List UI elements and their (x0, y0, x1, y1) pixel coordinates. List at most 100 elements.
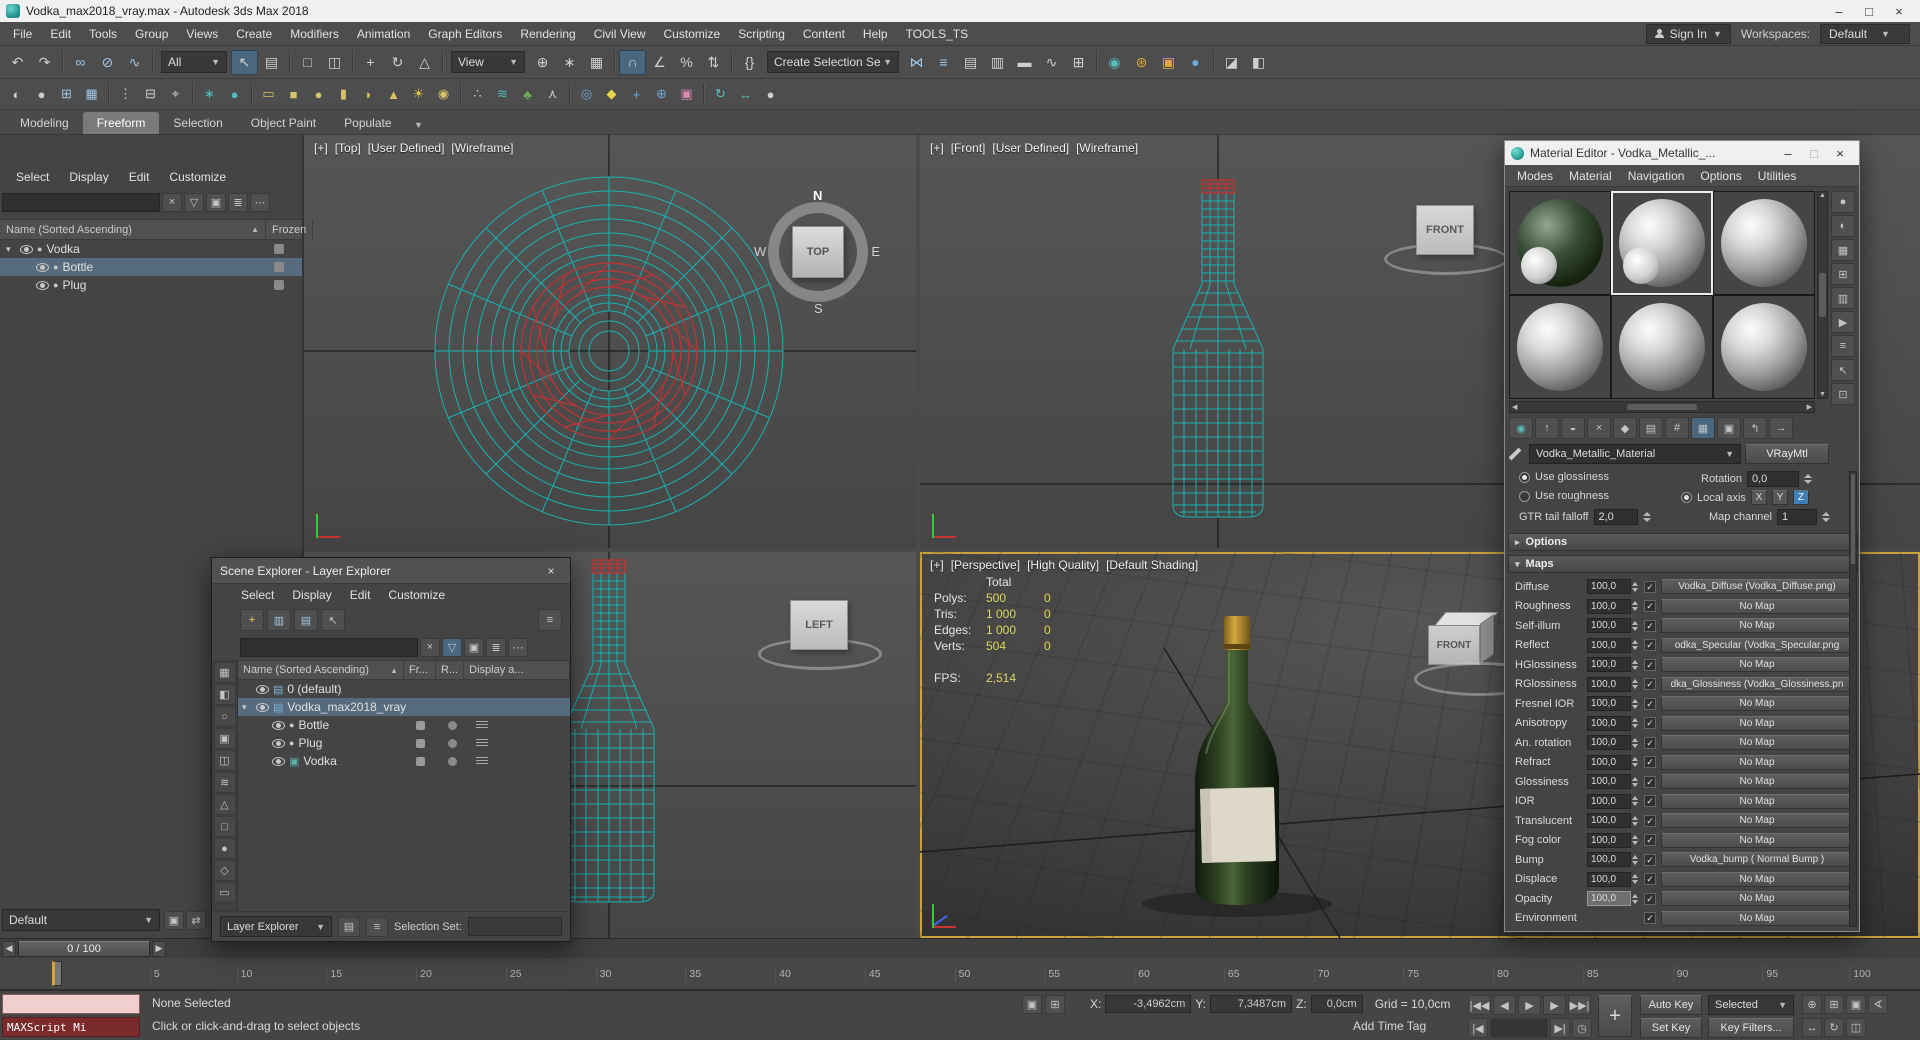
lx-menu-select[interactable]: Select (232, 583, 283, 607)
spinner-arrows[interactable] (1632, 676, 1641, 692)
minimize-button[interactable]: – (1775, 144, 1801, 162)
sphere-check-icon[interactable]: ● (29, 83, 54, 106)
menu-edit[interactable]: Edit (41, 22, 80, 46)
viewport-pov-menu[interactable]: [Front] (951, 141, 986, 155)
map-slot-button[interactable]: odka_Specular (Vodka_Specular.png (1661, 637, 1853, 653)
axis-x-button[interactable]: X (1750, 490, 1767, 505)
unlink-selection-icon[interactable]: ⊘ (94, 50, 121, 75)
map-amount-spinner[interactable]: 100,0 (1587, 832, 1631, 848)
select-and-scale-icon[interactable]: △ (411, 50, 438, 75)
rendered-frame-icon[interactable]: ▣ (1155, 50, 1182, 75)
menu-rendering[interactable]: Rendering (511, 22, 584, 46)
explorer-menu-display[interactable]: Display (59, 165, 118, 189)
render-setup-icon[interactable]: ⊛ (1128, 50, 1155, 75)
spacing-tool-icon[interactable]: ⋮ (113, 83, 138, 106)
map-slot-button[interactable]: No Map (1661, 598, 1853, 614)
sample-uv-tiling-icon[interactable]: ⊞ (1831, 263, 1855, 285)
use-glossiness-radio[interactable] (1519, 471, 1530, 483)
play-animation-icon[interactable]: ▶ (1518, 995, 1541, 1015)
map-slot-button[interactable]: No Map (1661, 832, 1853, 848)
menu-views[interactable]: Views (177, 22, 227, 46)
ribbon-tab-selection[interactable]: Selection (159, 112, 236, 134)
light-icon[interactable]: ◆ (599, 83, 624, 106)
axis-z-button[interactable]: Z (1792, 490, 1809, 505)
backlight-icon[interactable]: ◐ (1831, 215, 1855, 237)
spinner-arrows[interactable] (1632, 754, 1641, 770)
map-amount-spinner[interactable]: 100,0 (1587, 637, 1631, 653)
explorer-shapes-icon[interactable]: ◫ (213, 750, 236, 771)
selection-filter-dropdown[interactable]: All ▼ (161, 51, 227, 73)
row-vodka-container[interactable]: ▣ Vodka (238, 752, 570, 770)
clone-array-icon[interactable]: ⊟ (138, 83, 163, 106)
viewcube-front-face[interactable]: FRONT (1416, 205, 1474, 255)
visibility-eye-icon[interactable] (256, 702, 269, 712)
display-toggle[interactable] (476, 720, 488, 730)
map-enable-checkbox[interactable]: ✓ (1644, 619, 1656, 632)
display-toggle[interactable] (476, 738, 488, 748)
expand-arrow[interactable]: ▾ (6, 244, 16, 255)
material-map-navigator-icon[interactable]: ⊡ (1831, 383, 1855, 405)
map-slot-button[interactable]: No Map (1661, 657, 1853, 673)
viewcube-compass[interactable]: N E S W TOP (754, 188, 880, 316)
map-amount-spinner[interactable]: 100,0 (1587, 774, 1631, 790)
get-material-icon[interactable]: ◉ (1509, 417, 1533, 439)
map-slot-button[interactable]: No Map (1661, 696, 1853, 712)
menu-scripting[interactable]: Scripting (729, 22, 794, 46)
put-material-to-scene-icon[interactable]: ↑ (1535, 417, 1559, 439)
map-amount-spinner[interactable]: 100,0 (1587, 871, 1631, 887)
map-slot-button[interactable]: dka_Glossiness (Vodka_Glossiness.pn (1661, 676, 1853, 692)
time-configuration-icon[interactable]: ◷ (1572, 1018, 1592, 1038)
column-header[interactable]: Name (Sorted Ascending) ▲ Fr... R... Disp… (238, 660, 570, 680)
make-material-copy-icon[interactable]: ◆ (1613, 417, 1637, 439)
map-slot-button[interactable]: Vodka_bump ( Normal Bump ) (1661, 852, 1853, 868)
sample-scrollbar-horizontal[interactable]: ◀ ▶ (1509, 401, 1815, 413)
map-amount-spinner[interactable]: 100,0 (1587, 813, 1631, 829)
explorer-menu-customize[interactable]: Customize (159, 165, 236, 189)
map-enable-checkbox[interactable]: ✓ (1644, 717, 1656, 730)
explorer-menu-select[interactable]: Select (6, 165, 59, 189)
clear-search-icon[interactable]: × (162, 192, 182, 212)
spinner-arrows[interactable] (1822, 509, 1831, 525)
viewcube[interactable]: LEFT (756, 594, 886, 684)
selection-lock-toggle[interactable]: ▣ (1022, 995, 1042, 1014)
map-slot-button[interactable]: No Map (1661, 793, 1853, 809)
stack-mode-icon[interactable]: ▤ (338, 916, 360, 937)
go-to-end-icon[interactable]: ▶▶| (1568, 995, 1591, 1015)
close-button[interactable]: × (1884, 1, 1914, 21)
table-grid-icon[interactable]: ▦ (79, 83, 104, 106)
sun-light-icon[interactable]: ☀ (406, 83, 431, 106)
viewport-pov-menu[interactable]: [Top] (335, 141, 361, 155)
spinner-arrows[interactable] (1632, 891, 1641, 907)
use-pivot-center-icon[interactable]: ⊕ (529, 50, 556, 75)
explorer-layers-icon[interactable]: ◧ (213, 684, 236, 705)
select-and-move-icon[interactable]: + (357, 50, 384, 75)
curve-editor-icon[interactable]: ∿ (1038, 50, 1065, 75)
toolbar-icon[interactable] (610, 50, 619, 75)
lx-menu-customize[interactable]: Customize (379, 583, 454, 607)
spinner-arrows[interactable] (1642, 509, 1652, 525)
go-forward-sibling-icon[interactable]: → (1769, 417, 1793, 439)
select-and-link-icon[interactable]: ∞ (67, 50, 94, 75)
close-icon[interactable]: × (540, 562, 562, 580)
make-preview-icon[interactable]: ▶ (1831, 311, 1855, 333)
explorer-geometry-icon[interactable]: ▣ (213, 728, 236, 749)
box-primitive-icon[interactable]: ■ (281, 83, 306, 106)
explorer-preset-dropdown[interactable]: Default ▼ (2, 909, 160, 931)
row-vodka-group[interactable]: ▾ ● Vodka (0, 240, 302, 258)
viewcube[interactable]: FRONT (1382, 199, 1512, 289)
current-frame-marker[interactable] (52, 961, 62, 986)
workspace-dropdown[interactable]: Default ▼ (1820, 23, 1910, 44)
map-enable-checkbox[interactable]: ✓ (1644, 795, 1656, 808)
previous-frame-arrow[interactable]: ◀ (2, 940, 16, 957)
assign-material-to-selection-icon[interactable]: ◒ (1561, 417, 1585, 439)
window-title-bar[interactable]: Material Editor - Vodka_Metallic_... – □… (1505, 141, 1859, 165)
map-enable-checkbox[interactable]: ✓ (1644, 912, 1656, 925)
toolbar-icon[interactable] (727, 50, 736, 75)
material-name-dropdown[interactable]: Vodka_Metallic_Material ▼ (1529, 444, 1741, 464)
scatter-icon[interactable]: ∗ (197, 83, 222, 106)
reference-coordinate-dropdown[interactable]: View ▼ (451, 51, 525, 73)
select-object-icon[interactable]: ↖ (231, 49, 258, 75)
material-options-icon[interactable]: ≡ (1831, 335, 1855, 357)
material-slot-2[interactable] (1611, 191, 1713, 295)
menu-create[interactable]: Create (227, 22, 281, 46)
